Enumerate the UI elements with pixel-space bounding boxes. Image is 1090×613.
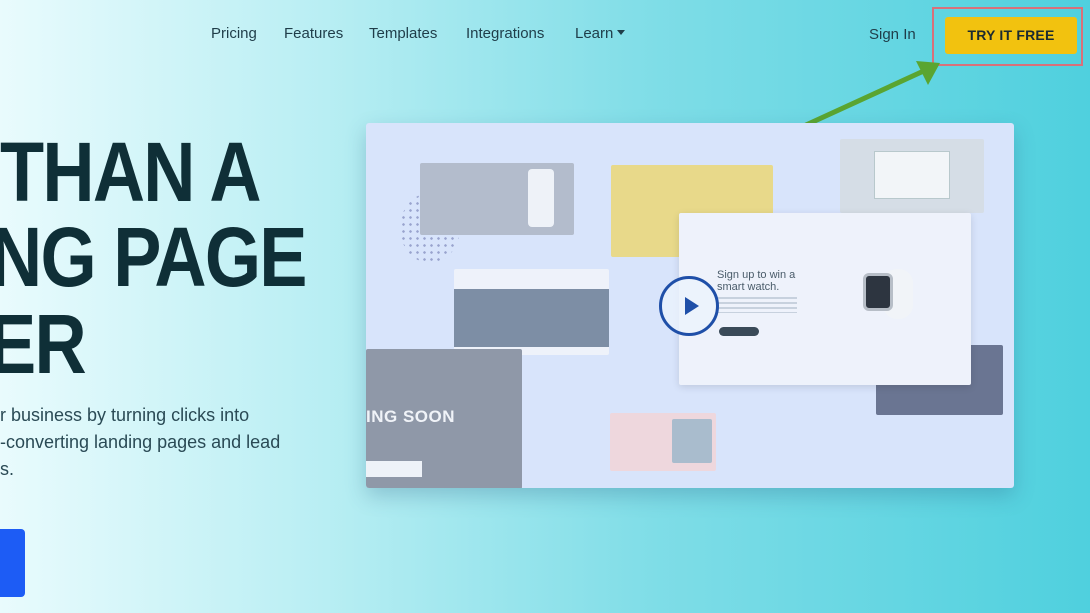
template-thumbnail	[420, 163, 574, 235]
team-photo	[454, 289, 609, 347]
hero-cta-button[interactable]	[0, 529, 25, 597]
nav-features[interactable]: Features	[284, 25, 343, 42]
nav-learn-label: Learn	[575, 25, 614, 42]
hero-subtitle: r business by turning clicks into -conve…	[0, 402, 320, 483]
form-box	[874, 151, 950, 199]
play-button[interactable]	[659, 276, 719, 336]
card-button	[719, 327, 759, 336]
nav-pricing[interactable]: Pricing	[211, 25, 257, 42]
video-panel[interactable]: ING SOON Sign up to win a smart watch.	[366, 123, 1014, 488]
hero-heading-line-1: THAN A	[0, 125, 262, 219]
nav-templates[interactable]: Templates	[369, 25, 437, 42]
signup-pill	[366, 461, 422, 477]
hero-heading-line-2: NG PAGE	[0, 210, 307, 304]
card-headline-line: smart watch.	[717, 281, 780, 293]
nav-integrations[interactable]: Integrations	[466, 25, 544, 42]
caret-down-icon	[617, 30, 626, 35]
card-body-text	[717, 297, 797, 313]
flowers-image	[672, 419, 712, 463]
hero-subtitle-line: s.	[0, 459, 15, 479]
phone-mockup	[528, 169, 554, 227]
template-thumbnail	[454, 269, 609, 355]
template-thumbnail: ING SOON	[366, 349, 522, 488]
play-icon	[685, 297, 699, 315]
hero-heading-line-3: ER	[0, 297, 87, 391]
template-thumbnail	[840, 139, 984, 213]
hero-subtitle-line: -converting landing pages and lead	[0, 432, 281, 452]
card-headline: Sign up to win a smart watch.	[717, 269, 795, 293]
sign-in-link[interactable]: Sign In	[869, 26, 916, 43]
smartwatch-icon	[863, 273, 893, 311]
try-it-free-button[interactable]: TRY IT FREE	[945, 17, 1077, 54]
nav-learn[interactable]: Learn	[575, 25, 626, 42]
card-headline-line: Sign up to win a	[717, 269, 796, 281]
featured-template-card: Sign up to win a smart watch.	[679, 213, 971, 385]
coming-soon-text: ING SOON	[366, 407, 456, 426]
template-thumbnail	[610, 413, 716, 471]
hero-subtitle-line: r business by turning clicks into	[0, 405, 250, 425]
